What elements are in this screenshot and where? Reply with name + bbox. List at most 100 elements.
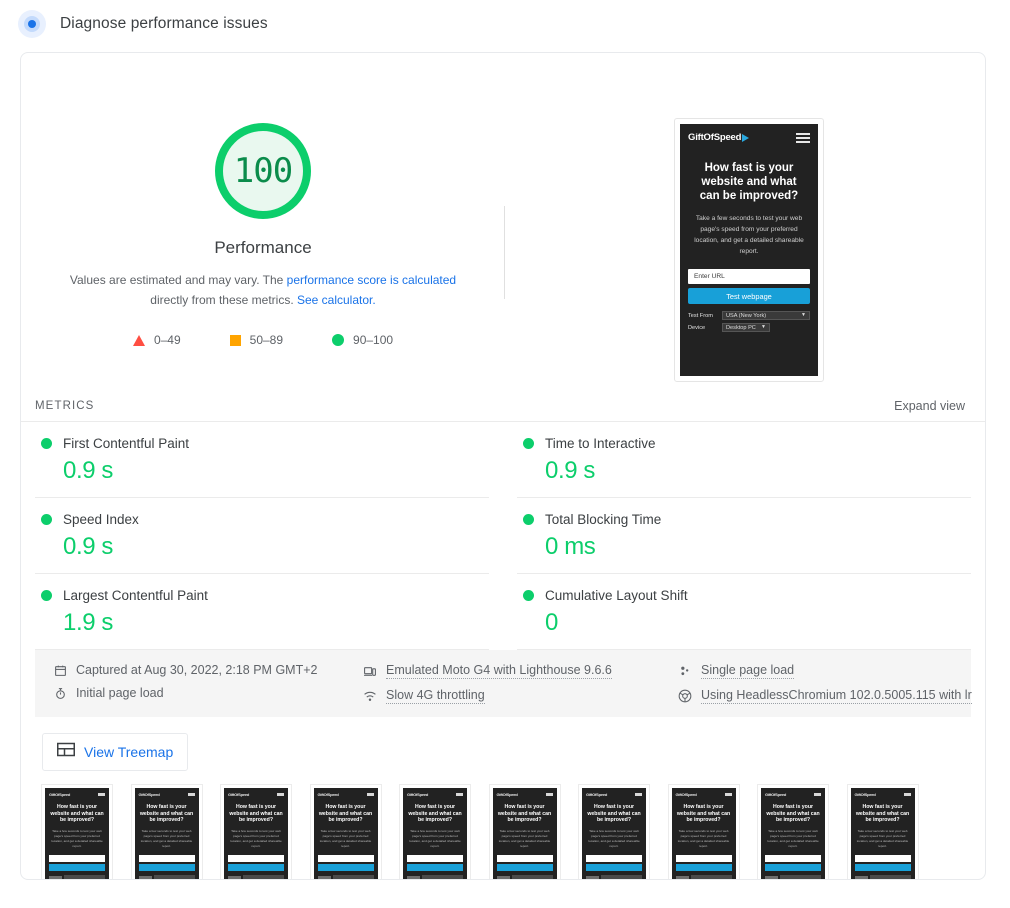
status-circle-icon xyxy=(523,514,534,525)
preview-test-from-label: Test From xyxy=(688,312,713,319)
metric-value: 0.9 s xyxy=(63,533,114,560)
thumb-topbar: GiftOfSpeed xyxy=(318,792,374,797)
thumb-heading: How fast is your website and what can be… xyxy=(50,804,104,824)
thumb-select-row xyxy=(854,875,911,879)
play-icon xyxy=(742,133,750,142)
see-calculator-link[interactable]: See calculator. xyxy=(297,293,376,307)
thumb-heading: How fast is your website and what can be… xyxy=(766,804,820,824)
metrics-grid: First Contentful Paint 0.9 s Time to Int… xyxy=(21,422,985,650)
throttling-item: Slow 4G throttling xyxy=(363,688,678,704)
chevron-down-icon: ▼ xyxy=(801,312,806,318)
thumb-topbar: GiftOfSpeed xyxy=(139,792,195,797)
thumb-url-input xyxy=(228,854,284,862)
thumb-brand: GiftOfSpeed xyxy=(496,792,518,797)
filmstrip-frame-content: GiftOfSpeed How fast is your website and … xyxy=(403,788,467,879)
status-circle-icon xyxy=(523,590,534,601)
thumb-select-row xyxy=(407,875,463,879)
expand-view-toggle[interactable]: Expand view xyxy=(894,399,965,413)
metric-item[interactable]: Speed Index 0.9 s xyxy=(35,498,489,574)
calendar-icon xyxy=(53,663,67,677)
preview-brand: GiftOfSpeed xyxy=(688,132,750,143)
filmstrip-frame-content: GiftOfSpeed How fast is your website and … xyxy=(313,788,378,879)
score-description: Values are estimated and may vary. The p… xyxy=(63,270,463,310)
environment-column-2: Emulated Moto G4 with Lighthouse 9.6.6 S… xyxy=(363,663,678,704)
preview-url-input: Enter URL xyxy=(688,269,810,284)
metric-item[interactable]: Cumulative Layout Shift 0 xyxy=(517,574,971,650)
preview-submit-label: Test webpage xyxy=(726,291,772,301)
circle-icon xyxy=(332,334,345,346)
score-description-middle: directly from these metrics. xyxy=(150,293,297,307)
filmstrip-frame-content: GiftOfSpeed How fast is your website and … xyxy=(671,788,736,879)
hamburger-icon xyxy=(903,793,911,796)
thumb-submit-button xyxy=(586,863,642,872)
page-header: Diagnose performance issues xyxy=(0,0,1010,42)
lighthouse-icon xyxy=(18,10,46,38)
status-circle-icon xyxy=(523,438,534,449)
legend-label-average: 50–89 xyxy=(249,333,284,347)
preview-test-from-value: USA (New York) xyxy=(726,312,767,319)
final-screenshot: GiftOfSpeed How fast is your website and… xyxy=(674,118,824,382)
metric-name: Speed Index xyxy=(63,512,139,527)
network-icon xyxy=(363,689,377,703)
environment-column-1: Captured at Aug 30, 2022, 2:18 PM GMT+2 … xyxy=(53,663,363,704)
filmstrip-frame: GiftOfSpeed How fast is your website and … xyxy=(578,784,650,879)
environment-column-3: Single page load Using HeadlessChromium … xyxy=(678,663,972,704)
thumb-heading: How fast is your website and what can be… xyxy=(587,804,641,824)
filmstrip-frame: GiftOfSpeed How fast is your website and … xyxy=(757,784,829,879)
thumb-submit-button xyxy=(138,863,195,872)
thumb-subtext: Take a few seconds to test your web page… xyxy=(588,828,640,848)
thumb-brand: GiftOfSpeed xyxy=(138,792,160,797)
thumb-topbar: GiftOfSpeed xyxy=(49,792,105,797)
thumb-topbar: GiftOfSpeed xyxy=(765,792,821,797)
page-title: Diagnose performance issues xyxy=(60,15,268,32)
metric-value: 0.9 s xyxy=(545,457,596,484)
triangle-icon xyxy=(132,334,145,346)
filmstrip-frame-content: GiftOfSpeed How fast is your website and … xyxy=(134,788,199,879)
view-treemap-button[interactable]: View Treemap xyxy=(42,733,189,771)
thumb-submit-button xyxy=(407,863,463,872)
metrics-header: METRICS Expand view xyxy=(21,391,985,422)
load-type-item: Single page load xyxy=(678,663,972,679)
thumb-url-input xyxy=(496,854,553,862)
thumb-heading: How fast is your website and what can be… xyxy=(855,804,910,824)
legend-item-fail: 0–49 xyxy=(132,333,181,347)
thumb-subtext: Take a few seconds to test your web page… xyxy=(230,828,282,848)
thumb-brand: GiftOfSpeed xyxy=(317,792,339,797)
metric-value: 0.9 s xyxy=(63,457,114,484)
metric-item[interactable]: First Contentful Paint 0.9 s xyxy=(35,422,489,498)
preview-brand-text: GiftOfSpeed xyxy=(688,132,742,143)
metric-item[interactable]: Largest Contentful Paint 1.9 s xyxy=(35,574,489,650)
filmstrip-frame: GiftOfSpeed How fast is your website and … xyxy=(488,784,561,879)
preview-heading: How fast is your website and what can be… xyxy=(699,162,799,202)
filmstrip-frame: GiftOfSpeed How fast is your website and … xyxy=(846,784,919,879)
metric-item[interactable]: Total Blocking Time 0 ms xyxy=(517,498,971,574)
filmstrip-frame: GiftOfSpeed How fast is your website and … xyxy=(41,784,113,879)
thumb-topbar: GiftOfSpeed xyxy=(407,792,463,797)
metric-name: Cumulative Layout Shift xyxy=(545,588,688,603)
filmstrip-frame-content: GiftOfSpeed How fast is your website and … xyxy=(582,788,646,879)
status-circle-icon xyxy=(41,590,52,601)
thumb-select-row xyxy=(765,875,821,879)
lighthouse-report-card: 100 Performance Values are estimated and… xyxy=(20,52,986,880)
thumb-topbar: GiftOfSpeed xyxy=(497,792,553,797)
hamburger-icon xyxy=(277,793,284,796)
performance-score-link[interactable]: performance score is calculated xyxy=(287,273,456,287)
filmstrip-frame-content: GiftOfSpeed How fast is your website and … xyxy=(850,788,915,879)
preview-device-value: Desktop PC xyxy=(726,324,756,331)
final-screenshot-content: GiftOfSpeed How fast is your website and… xyxy=(680,124,818,376)
thumb-brand: GiftOfSpeed xyxy=(854,792,876,797)
preview-topbar: GiftOfSpeed xyxy=(688,132,810,143)
hamburger-icon xyxy=(456,793,463,796)
thumb-submit-button xyxy=(765,863,821,872)
thumb-url-input xyxy=(765,854,821,862)
hamburger-icon xyxy=(187,793,195,796)
preview-url-placeholder: Enter URL xyxy=(694,273,725,280)
metric-item[interactable]: Time to Interactive 0.9 s xyxy=(517,422,971,498)
thumb-subtext: Take a few seconds to test your web page… xyxy=(409,828,461,848)
status-circle-icon xyxy=(41,438,52,449)
metric-value: 0 xyxy=(545,609,558,636)
filmstrip: GiftOfSpeed How fast is your website and … xyxy=(21,771,985,879)
performance-gauge[interactable]: 100 xyxy=(215,123,311,219)
thumb-heading: How fast is your website and what can be… xyxy=(408,804,462,824)
legend-label-pass: 90–100 xyxy=(353,333,394,347)
